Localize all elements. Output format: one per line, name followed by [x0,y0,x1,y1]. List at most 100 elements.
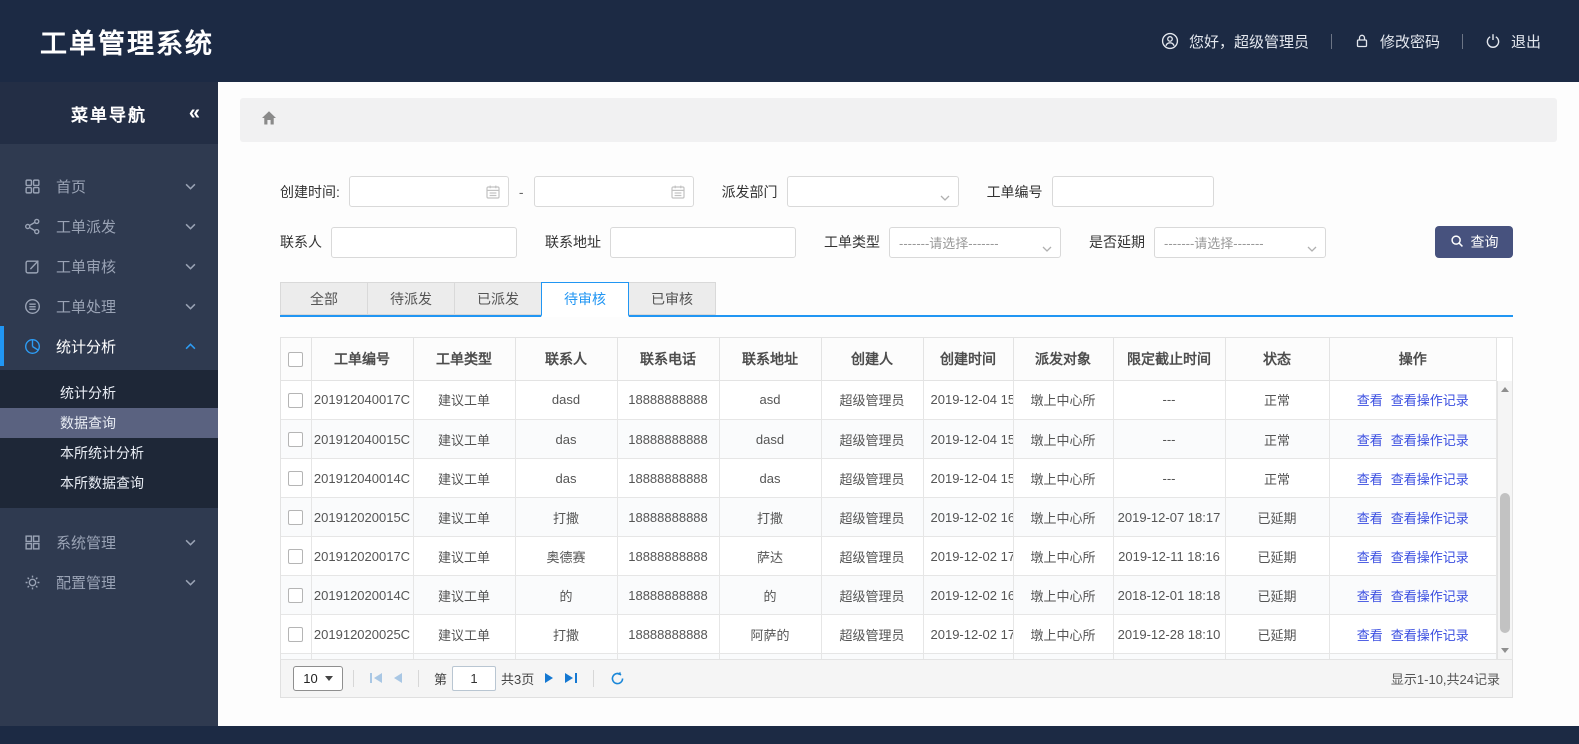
page-size-value: 10 [303,670,318,686]
sidebar-subitem-office-data-query[interactable]: 本所数据查询 [0,468,218,498]
cell-checkbox [281,536,312,576]
view-log-link[interactable]: 查看操作记录 [1391,511,1469,526]
cell-type: 建议工单 [413,380,516,420]
view-link[interactable]: 查看 [1357,433,1383,448]
next-page-button[interactable] [539,673,559,683]
sidebar-item-review[interactable]: 工单审核 [0,246,218,286]
scrollbar-thumb[interactable] [1500,493,1510,633]
row-checkbox[interactable] [288,392,304,408]
dispatch-dept-select[interactable] [786,176,959,207]
row-checkbox[interactable] [288,471,304,487]
table-scrollbar[interactable] [1497,381,1512,659]
table-body: 201912040017C 建议工单 dasd 18888888888 asd 超级管理员… [281,380,1497,659]
select-value: -------请选择------- [1164,235,1264,251]
filter-row-1: 创建时间: - 派发部门 工单编号 [280,176,1513,207]
scroll-up-arrow[interactable] [1498,382,1512,397]
last-page-button[interactable] [559,673,583,683]
cell-creator: 超级管理员 [821,419,924,459]
view-log-link[interactable]: 查看操作记录 [1391,589,1469,604]
cell-actions: 查看 查看操作记录 [1329,458,1497,498]
sidebar-item-stats[interactable]: 统计分析 [0,326,218,366]
contact-input[interactable] [331,226,517,258]
cell-contact: das [515,458,618,498]
sidebar-item-config[interactable]: 配置管理 [0,562,218,602]
cell-deadline: --- [1113,419,1226,459]
refresh-button[interactable] [604,671,631,686]
chevron-down-icon [185,539,196,546]
row-checkbox[interactable] [288,627,304,643]
breadcrumb [240,98,1557,142]
tab-pending-review[interactable]: 待审核 [541,282,629,317]
user-icon [1161,32,1179,50]
sidebar-subitem-office-stats[interactable]: 本所统计分析 [0,438,218,468]
prev-page-button[interactable] [388,673,408,683]
order-no-input[interactable] [1051,176,1214,207]
cell-deadline: 2018-12-01 18:18 [1113,575,1226,615]
query-button[interactable]: 查询 [1435,226,1513,258]
row-checkbox[interactable] [288,432,304,448]
home-icon[interactable] [260,109,278,132]
chevron-down-icon [185,263,196,270]
scroll-down-arrow[interactable] [1498,643,1512,658]
row-checkbox[interactable] [288,549,304,565]
sidebar-item-process[interactable]: 工单处理 [0,286,218,326]
view-log-link[interactable]: 查看操作记录 [1391,628,1469,643]
start-date-input[interactable] [348,176,509,207]
first-page-button[interactable] [364,673,388,683]
select-all-checkbox[interactable] [288,352,304,368]
view-link[interactable]: 查看 [1357,393,1383,408]
cell-target: 墩上中心所 [1013,536,1114,576]
cell-type: 建议工单 [413,497,516,537]
sidebar-header: 菜单导航 « [0,82,218,144]
row-checkbox[interactable] [288,588,304,604]
view-log-link[interactable]: 查看操作记录 [1391,550,1469,565]
table-row: 201912020014C 建议工单的 18888888888 的超级管理员 2019-… [281,575,1497,615]
row-checkbox[interactable] [288,510,304,526]
cell-phone: 18888888888 [617,419,720,459]
contact-label: 联系人 [280,234,322,250]
cell-phone: 18888888888 [617,497,720,537]
view-log-link[interactable]: 查看操作记录 [1391,472,1469,487]
view-log-link[interactable]: 查看操作记录 [1391,433,1469,448]
view-link[interactable]: 查看 [1357,589,1383,604]
user-greeting[interactable]: 您好，超级管理员 [1161,31,1309,52]
page-input[interactable] [452,665,497,691]
tab-all[interactable]: 全部 [280,282,368,315]
order-type-select[interactable]: -------请选择------- [889,226,1061,258]
cell-actions: 查看 查看操作记录 [1329,536,1497,576]
sidebar-item-label: 系统管理 [56,534,117,552]
change-password-link[interactable]: 修改密码 [1354,31,1440,52]
sidebar-subitem-data-query[interactable]: 数据查询 [0,408,218,438]
tab-pending-dispatch[interactable]: 待派发 [367,282,455,315]
cell-created: 2019-12-04 15 [923,419,1014,459]
pie-chart-icon [24,337,42,355]
chevron-down-icon [185,223,196,230]
delay-select[interactable]: -------请选择------- [1154,226,1326,258]
cell-order-no: 201912020017C [311,536,414,576]
cell-phone: 18888888888 [617,458,720,498]
sidebar-item-dispatch[interactable]: 工单派发 [0,206,218,246]
view-link[interactable]: 查看 [1357,472,1383,487]
sidebar-item-system[interactable]: 系统管理 [0,522,218,562]
search-icon [1450,234,1464,251]
cell-checkbox [281,575,312,615]
view-link[interactable]: 查看 [1357,550,1383,565]
cell-order-no: 201912020014C [311,575,414,615]
collapse-sidebar-button[interactable]: « [189,102,200,125]
sidebar-item-home[interactable]: 首页 [0,166,218,206]
tab-reviewed[interactable]: 已审核 [628,282,716,315]
view-link[interactable]: 查看 [1357,511,1383,526]
cell-checkbox [281,497,312,537]
logout-link[interactable]: 退出 [1485,31,1541,52]
page-size-select[interactable]: 10 [293,665,343,691]
tab-dispatched[interactable]: 已派发 [454,282,542,315]
header-right: 您好，超级管理员 修改密码 退出 [1161,31,1579,52]
sidebar-subitem-stats-analysis[interactable]: 统计分析 [0,378,218,408]
view-link[interactable]: 查看 [1357,628,1383,643]
end-date-input[interactable] [533,176,694,207]
cell-target: 墩上中心所 [1013,458,1114,498]
dispatch-dept-label: 派发部门 [721,183,778,200]
header-divider [1330,33,1332,49]
view-log-link[interactable]: 查看操作记录 [1391,393,1469,408]
address-input[interactable] [610,226,796,258]
